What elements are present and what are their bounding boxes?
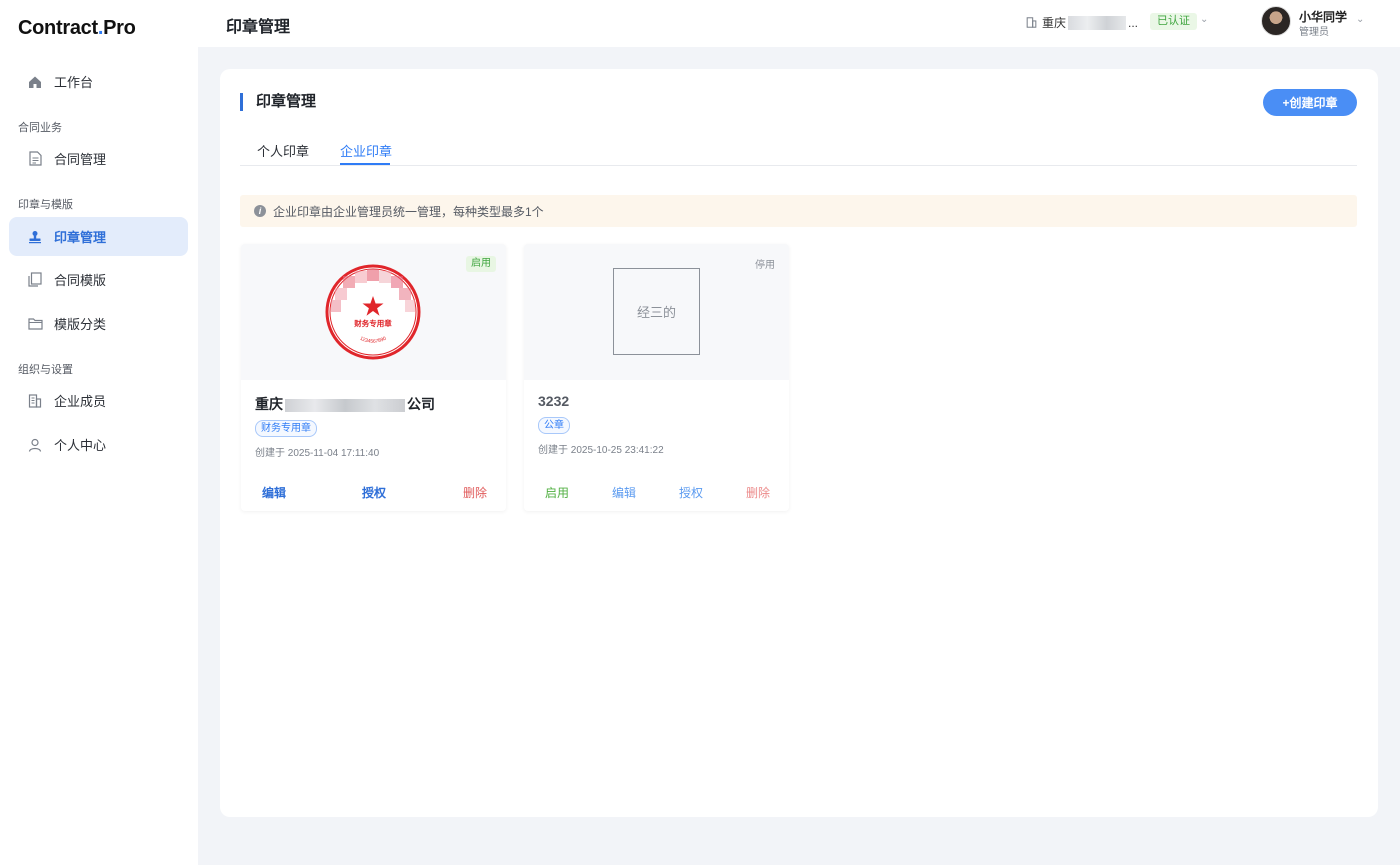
enable-button[interactable]: 启用 [545,484,569,501]
sidebar-item-label: 工作台 [54,75,94,90]
copy-icon [27,272,43,288]
stamp-center-text: 财务专用章 [353,318,392,328]
tab-enterprise-seal[interactable]: 企业印章 [340,141,392,160]
sidebar-item-label: 合同模版 [54,273,107,288]
seal-type-tag: 公章 [538,417,570,434]
sidebar-item-template-category[interactable]: 模版分类 [9,304,188,343]
sidebar-item-seal-manage[interactable]: 印章管理 [9,217,188,256]
authorize-button[interactable]: 授权 [362,484,386,501]
building-icon [1026,17,1037,28]
org-name-redacted [1068,15,1127,30]
seal-name: 重庆 公司 [255,394,435,414]
create-seal-button[interactable]: +创建印章 [1263,89,1357,116]
notice-text: 企业印章由企业管理员统一管理，每种类型最多1个 [273,204,544,219]
sidebar-item-members[interactable]: 企业成员 [9,381,188,420]
avatar[interactable] [1261,6,1291,36]
user-icon [27,437,43,453]
sidebar-item-label: 模版分类 [54,317,107,332]
active-tab-indicator [340,163,390,165]
edit-button[interactable]: 编辑 [612,484,636,501]
top-header: 印章管理 重庆 ... 已认证 ⌄ 小华同学 管理员 ⌄ [198,0,1400,47]
user-role: 管理员 [1299,27,1329,38]
folder-icon [27,316,43,332]
sidebar-item-contract-template[interactable]: 合同模版 [9,260,188,299]
stamp-icon [27,229,43,245]
sidebar-item-label: 合同管理 [54,152,107,167]
main-panel: 印章管理 +创建印章 个人印章 企业印章 i 企业印章由企业管理员统一管理，每种… [220,69,1378,817]
signature-image: 经三的 [613,268,700,355]
seal-type-tag: 财务专用章 [255,420,317,437]
sidebar-item-workbench[interactable]: 工作台 [9,62,188,101]
seal-name-redacted [285,398,405,412]
seal-name-suffix: 公司 [407,396,435,412]
sidebar-item-contract-manage[interactable]: 合同管理 [9,139,188,178]
seal-tabs: 个人印章 企业印章 [240,139,1357,166]
building-icon [27,393,43,409]
tab-personal-seal[interactable]: 个人印章 [257,141,309,160]
nav-group-contract: 合同业务 [18,122,62,134]
document-icon [27,151,43,167]
sidebar-item-personal[interactable]: 个人中心 [9,425,188,464]
edit-button[interactable]: 编辑 [262,484,286,501]
info-icon: i [254,205,266,217]
seal-image: 财务专用章 1234567890 [325,264,421,360]
nav-group-org: 组织与设置 [18,364,73,376]
verified-badge: 已认证 [1150,13,1197,30]
sidebar-item-label: 个人中心 [54,438,107,453]
app-logo[interactable]: Contract.Pro [18,17,136,40]
status-badge: 启用 [466,256,496,272]
panel-title: 印章管理 [240,93,316,111]
status-badge: 停用 [755,260,775,271]
page-title: 印章管理 [226,19,291,36]
seal-preview: 停用 经三的 [524,244,789,380]
org-name-suffix: ... [1128,15,1139,30]
home-icon [27,74,43,90]
delete-button[interactable]: 删除 [746,484,770,501]
chevron-down-icon[interactable]: ⌄ [1356,14,1364,25]
authorize-button[interactable]: 授权 [679,484,703,501]
org-name-prefix: 重庆 [1042,16,1067,30]
created-time: 创建于 2025-11-04 17:11:40 [255,448,380,459]
delete-button[interactable]: 删除 [463,484,487,501]
chevron-down-icon[interactable]: ⌄ [1200,14,1208,25]
seal-preview: 启用 财务专用章 1234567890 [241,244,506,380]
seal-card[interactable]: 启用 财务专用章 1234567890 重庆 公司 财务专用章 创建于 2025… [241,244,506,511]
created-time: 创建于 2025-10-25 23:41:22 [538,445,664,456]
sidebar: Contract.Pro 工作台 合同业务 合同管理 印章与模版 印章管理 合同… [0,0,198,865]
info-notice: i 企业印章由企业管理员统一管理，每种类型最多1个 [240,195,1357,227]
org-switcher[interactable]: 重庆 ... [1026,14,1138,31]
sidebar-item-label: 企业成员 [54,394,107,409]
seal-name: 3232 [538,393,570,409]
sidebar-item-label: 印章管理 [54,230,107,245]
seal-name-prefix: 重庆 [255,396,283,412]
seal-card[interactable]: 停用 经三的 3232 公章 创建于 2025-10-25 23:41:22 启… [524,244,789,511]
nav-group-seal: 印章与模版 [18,199,73,211]
